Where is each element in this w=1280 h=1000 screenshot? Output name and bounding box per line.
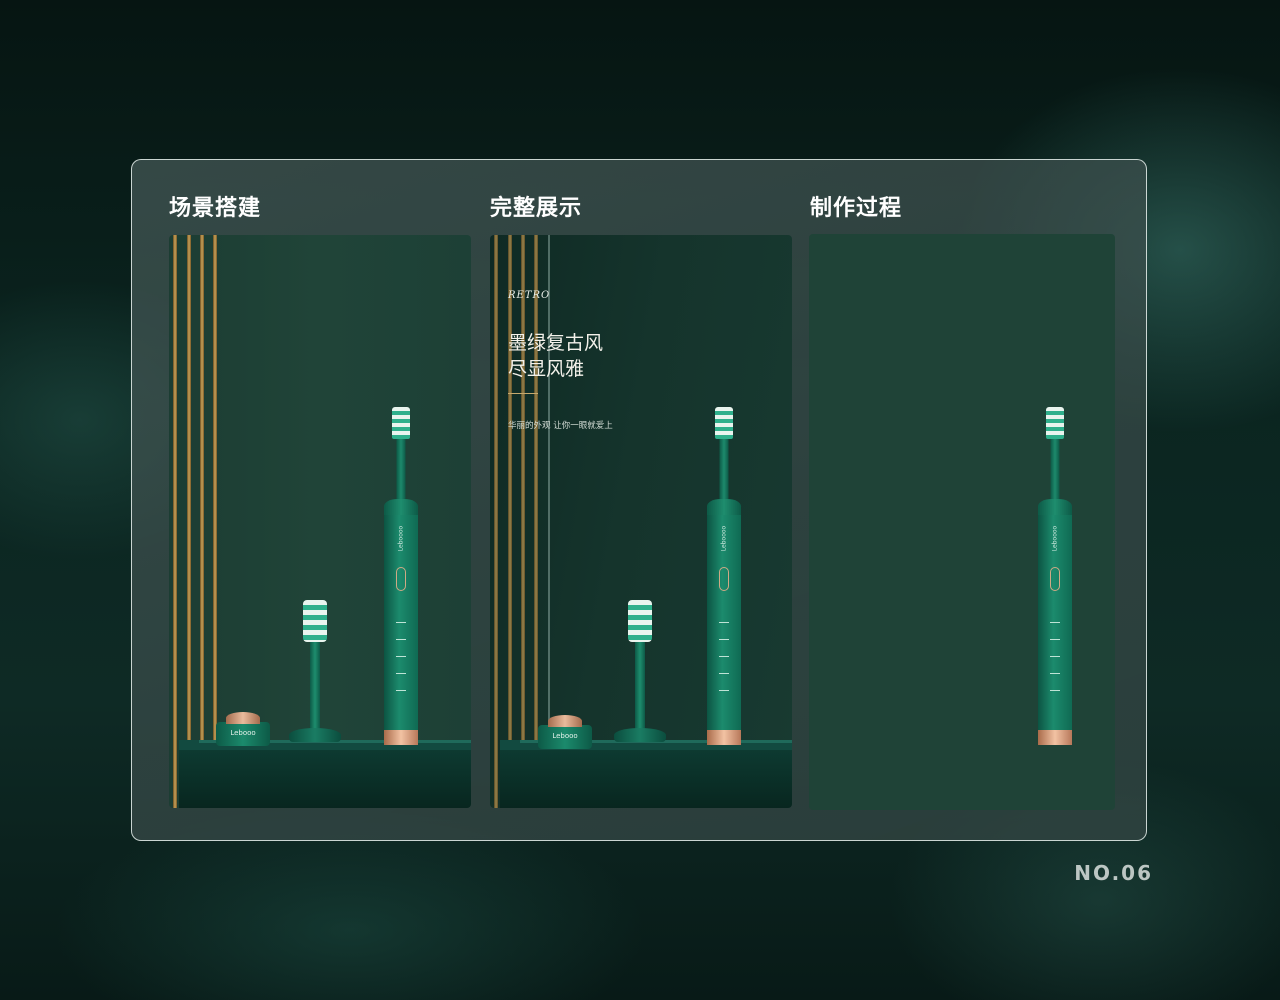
pedestal-front xyxy=(500,750,792,808)
charger-logo: Lebooo xyxy=(552,732,578,740)
production-process-image: Leboooo xyxy=(809,234,1115,810)
mode-indicator xyxy=(396,639,406,640)
spare-brush-head xyxy=(289,600,341,745)
mode-indicator xyxy=(396,656,406,657)
toothbrush: Leboooo xyxy=(704,407,744,747)
divider xyxy=(508,393,538,394)
mode-indicator xyxy=(1050,673,1060,674)
gold-stripe xyxy=(508,235,512,808)
mode-indicator xyxy=(719,656,729,657)
toothbrush: Leboooo xyxy=(381,407,421,747)
poster-headline: 墨绿复古风 尽显风雅 xyxy=(508,330,603,382)
column-title-scene: 场景搭建 xyxy=(169,196,262,221)
rose-gold-ring xyxy=(384,730,418,745)
brush-bristles xyxy=(715,407,733,439)
headline-line-2: 尽显风雅 xyxy=(508,358,585,380)
brush-brand: Leboooo xyxy=(1051,525,1059,552)
mode-indicator xyxy=(719,690,729,691)
spare-stand xyxy=(289,728,341,742)
brush-neck xyxy=(1050,439,1060,503)
brush-brand: Leboooo xyxy=(720,525,728,552)
charger-cap xyxy=(226,712,260,724)
pedestal-front xyxy=(179,750,471,808)
gold-stripe xyxy=(173,235,177,808)
mode-indicator xyxy=(396,622,406,623)
mode-indicator xyxy=(719,622,729,623)
charging-base: Lebooo xyxy=(216,712,270,746)
brush-brand: Leboooo xyxy=(397,525,405,552)
mode-indicator xyxy=(1050,690,1060,691)
column-title-process: 制作过程 xyxy=(810,196,903,221)
spare-stand xyxy=(614,728,666,742)
scene-build-image: Lebooo Leboooo xyxy=(169,235,471,808)
spare-bristles xyxy=(628,600,652,642)
column-title-display: 完整展示 xyxy=(490,196,583,221)
mode-indicator xyxy=(719,673,729,674)
power-button-icon xyxy=(719,567,729,591)
brush-neck xyxy=(396,439,406,503)
mode-indicator xyxy=(719,639,729,640)
spare-stem xyxy=(310,642,320,734)
charger-cap xyxy=(548,715,582,727)
rose-gold-ring xyxy=(1038,730,1072,745)
mode-indicator xyxy=(396,690,406,691)
brush-bristles xyxy=(392,407,410,439)
gold-stripe xyxy=(200,235,204,808)
rose-gold-ring xyxy=(707,730,741,745)
gold-stripe xyxy=(187,235,191,808)
brush-bristles xyxy=(1046,407,1064,439)
charging-base: Lebooo xyxy=(538,715,592,749)
power-button-icon xyxy=(1050,567,1060,591)
mode-indicator xyxy=(1050,622,1060,623)
poster-tagline: 华丽的外观 让你一眼就爱上 xyxy=(508,421,613,431)
mode-indicator xyxy=(396,673,406,674)
mode-indicator xyxy=(1050,639,1060,640)
mode-indicator xyxy=(1050,656,1060,657)
complete-display-image: RETRO 墨绿复古风 尽显风雅 华丽的外观 让你一眼就爱上 Lebooo Le… xyxy=(490,235,792,808)
spare-stem xyxy=(635,642,645,734)
charger-logo: Lebooo xyxy=(230,729,256,737)
headline-line-1: 墨绿复古风 xyxy=(508,332,604,354)
gold-stripe xyxy=(494,235,498,808)
power-button-icon xyxy=(396,567,406,591)
toothbrush: Leboooo xyxy=(1035,407,1075,747)
gold-stripe xyxy=(521,235,525,808)
gold-stripe xyxy=(534,235,538,808)
brush-neck xyxy=(719,439,729,503)
retro-eyebrow: RETRO xyxy=(508,290,551,301)
spare-brush-head xyxy=(614,600,666,745)
spare-bristles xyxy=(303,600,327,642)
page-number: NO.06 xyxy=(1074,861,1153,885)
